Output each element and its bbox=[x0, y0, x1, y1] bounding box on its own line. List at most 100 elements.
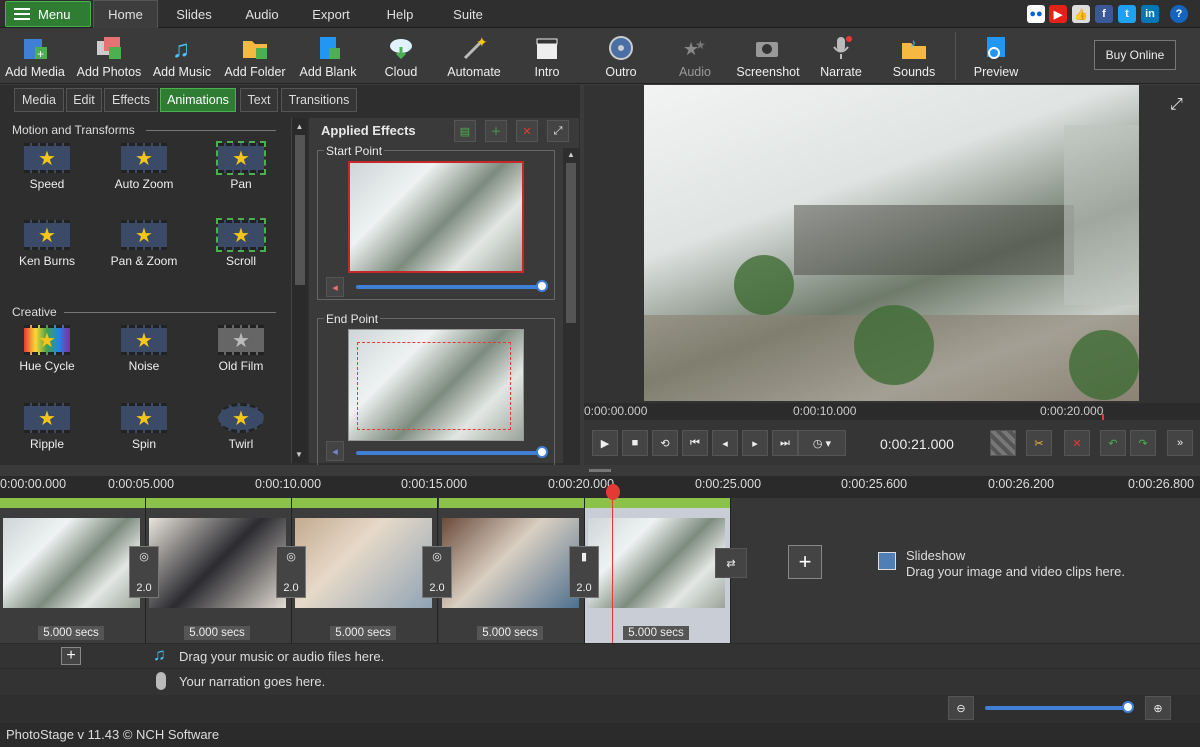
preview-ruler[interactable]: 0:00:00.000 0:00:10.000 0:00:20.000 bbox=[584, 403, 1200, 420]
narration-track[interactable]: Your narration goes here. bbox=[0, 668, 1200, 695]
transition-marker[interactable]: ▮ 2.0 bbox=[569, 546, 599, 598]
effect-scroll[interactable]: ★ Scroll bbox=[205, 218, 277, 268]
tab-media[interactable]: Media bbox=[14, 88, 64, 112]
splitter-grip[interactable] bbox=[589, 469, 611, 472]
expand-icon[interactable]: ⤢ bbox=[547, 120, 569, 142]
end-slider[interactable] bbox=[356, 451, 542, 455]
outro-button[interactable]: Outro bbox=[595, 28, 647, 84]
end-point-thumbnail[interactable] bbox=[348, 329, 524, 441]
tab-slides[interactable]: Slides bbox=[162, 0, 226, 28]
add-clip-button[interactable]: + bbox=[788, 545, 822, 579]
start-keyframe-icon[interactable]: ◂ bbox=[326, 277, 344, 297]
linkedin-icon[interactable]: in bbox=[1141, 5, 1159, 23]
zoom-slider[interactable] bbox=[985, 706, 1133, 710]
remove-effect-icon[interactable]: ✕ bbox=[516, 120, 538, 142]
youtube-icon[interactable]: ▶ bbox=[1049, 5, 1067, 23]
timeline-clip[interactable]: 5.000 secs bbox=[439, 498, 585, 643]
add-effect-plus-icon[interactable]: ＋ bbox=[485, 120, 507, 142]
add-effect-icon[interactable]: ▤ bbox=[454, 120, 476, 142]
start-slider-knob[interactable] bbox=[536, 280, 548, 292]
zoom-in-icon[interactable]: ⊕ bbox=[1145, 696, 1171, 720]
timeline-clip[interactable]: 5.000 secs bbox=[292, 498, 438, 643]
delete-icon[interactable]: ✕ bbox=[1064, 430, 1090, 456]
tab-effects[interactable]: Effects bbox=[104, 88, 158, 112]
start-point-thumbnail[interactable] bbox=[348, 161, 524, 273]
effect-hue-cycle[interactable]: ★ Hue Cycle bbox=[11, 325, 83, 373]
skip-end-icon[interactable]: ⏭ bbox=[772, 430, 798, 456]
tab-suite[interactable]: Suite bbox=[436, 0, 500, 28]
timeline-ruler[interactable]: 0:00:00.000 0:00:05.000 0:00:10.000 0:00… bbox=[0, 476, 1200, 498]
transition-marker[interactable]: ◎ 2.0 bbox=[276, 546, 306, 598]
transition-marker[interactable]: ◎ 2.0 bbox=[422, 546, 452, 598]
effect-pan-zoom[interactable]: ★ Pan & Zoom bbox=[108, 220, 180, 268]
splitter[interactable] bbox=[0, 465, 1200, 476]
facebook-icon[interactable]: f bbox=[1095, 5, 1113, 23]
split-icon[interactable]: ✂ bbox=[1026, 430, 1052, 456]
narrate-button[interactable]: Narrate bbox=[815, 28, 867, 84]
effect-noise[interactable]: ★ Noise bbox=[108, 325, 180, 373]
timeline-clip[interactable]: 5.000 secs bbox=[0, 498, 146, 643]
thumbs-up-icon[interactable]: 👍 bbox=[1072, 5, 1090, 23]
tab-edit[interactable]: Edit bbox=[66, 88, 102, 112]
transition-marker[interactable]: ◎ 2.0 bbox=[129, 546, 159, 598]
timeline-clip[interactable]: 5.000 secs bbox=[146, 498, 292, 643]
more-icon[interactable]: » bbox=[1167, 430, 1193, 456]
tab-export[interactable]: Export bbox=[298, 0, 364, 28]
play-icon[interactable]: ▶ bbox=[592, 430, 618, 456]
video-preview[interactable] bbox=[644, 85, 1139, 401]
add-photos-button[interactable]: Add Photos bbox=[76, 28, 142, 84]
add-blank-button[interactable]: Add Blank bbox=[297, 28, 359, 84]
stop-icon[interactable]: ■ bbox=[622, 430, 648, 456]
end-slider-knob[interactable] bbox=[536, 446, 548, 458]
effect-ken-burns[interactable]: ★ Ken Burns bbox=[11, 220, 83, 268]
add-media-button[interactable]: + Add Media bbox=[4, 28, 66, 84]
timeline-clip-selected[interactable]: 5.000 secs bbox=[585, 498, 731, 643]
end-keyframe-icon[interactable]: ◂ bbox=[326, 441, 344, 461]
scroll-thumb[interactable] bbox=[566, 163, 576, 323]
cloud-button[interactable]: Cloud bbox=[371, 28, 431, 84]
screenshot-button[interactable]: Screenshot bbox=[736, 28, 800, 84]
checker-icon[interactable] bbox=[990, 430, 1016, 456]
sounds-button[interactable]: ♪ Sounds bbox=[888, 28, 940, 84]
effect-auto-zoom[interactable]: ★ Auto Zoom bbox=[108, 143, 180, 191]
buy-online-button[interactable]: Buy Online bbox=[1094, 40, 1176, 70]
audio-button[interactable]: ★ ★ Audio bbox=[668, 28, 722, 84]
tab-animations[interactable]: Animations bbox=[160, 88, 236, 112]
automate-button[interactable]: ✦ Automate bbox=[443, 28, 505, 84]
add-music-button[interactable]: ♫ Add Music bbox=[151, 28, 213, 84]
skip-start-icon[interactable]: ⏮ bbox=[682, 430, 708, 456]
tab-audio[interactable]: Audio bbox=[230, 0, 294, 28]
add-transition-icon[interactable]: ⇄ bbox=[715, 548, 747, 578]
rotate-left-icon[interactable]: ↶ bbox=[1100, 430, 1126, 456]
applied-scrollbar[interactable]: ▲ bbox=[563, 148, 579, 463]
fullscreen-icon[interactable]: ⤢ bbox=[1170, 96, 1183, 114]
crop-frame[interactable] bbox=[357, 342, 511, 430]
loop-icon[interactable]: ⟲ bbox=[652, 430, 678, 456]
tab-help[interactable]: Help bbox=[368, 0, 432, 28]
speed-dropdown-icon[interactable]: ◷ ▾ bbox=[798, 430, 846, 456]
rotate-right-icon[interactable]: ↷ bbox=[1130, 430, 1156, 456]
playhead-handle[interactable] bbox=[606, 484, 620, 500]
effect-pan[interactable]: ★ Pan bbox=[205, 141, 277, 191]
effect-twirl[interactable]: ★ Twirl bbox=[205, 403, 277, 451]
twitter-icon[interactable]: t bbox=[1118, 5, 1136, 23]
start-slider[interactable] bbox=[356, 285, 542, 289]
zoom-slider-knob[interactable] bbox=[1122, 701, 1134, 713]
menu-button[interactable]: Menu bbox=[5, 1, 91, 27]
add-folder-button[interactable]: Add Folder bbox=[223, 28, 287, 84]
tab-text[interactable]: Text bbox=[240, 88, 278, 112]
intro-button[interactable]: Intro bbox=[521, 28, 573, 84]
step-forward-icon[interactable]: ▸ bbox=[742, 430, 768, 456]
effect-ripple[interactable]: ★ Ripple bbox=[11, 403, 83, 451]
effect-spin[interactable]: ★ Spin bbox=[108, 403, 180, 451]
add-track-button[interactable]: + bbox=[61, 647, 81, 665]
zoom-out-icon[interactable]: ⊖ bbox=[948, 696, 974, 720]
flickr-icon[interactable]: ●● bbox=[1027, 5, 1045, 23]
audio-track[interactable]: + ♫ Drag your music or audio files here. bbox=[0, 643, 1200, 668]
help-icon[interactable]: ? bbox=[1170, 5, 1188, 23]
preview-button[interactable]: Preview bbox=[970, 28, 1022, 84]
effects-scrollbar[interactable]: ▲ ▼ bbox=[291, 118, 307, 463]
effect-speed[interactable]: ★ Speed bbox=[11, 143, 83, 191]
scroll-thumb[interactable] bbox=[294, 135, 305, 285]
effect-old-film[interactable]: ★ Old Film bbox=[205, 325, 277, 373]
